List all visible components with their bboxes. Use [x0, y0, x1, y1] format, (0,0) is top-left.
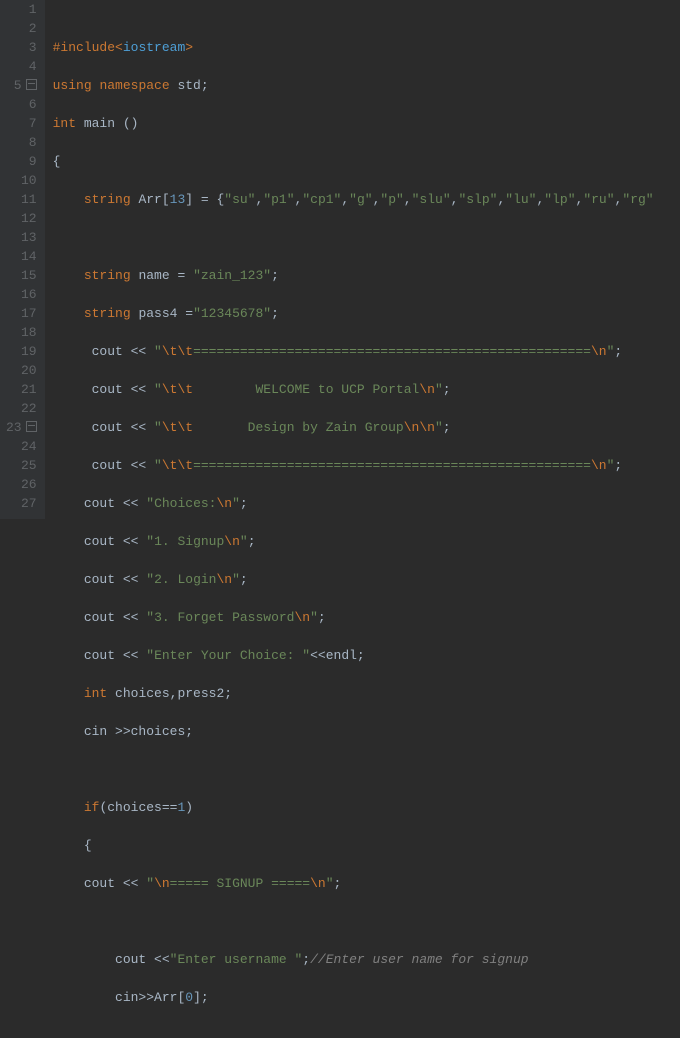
code-line: cout << "2. Login\n";	[53, 570, 654, 589]
line-number: 19	[6, 342, 37, 361]
line-number: 9	[6, 152, 37, 171]
line-number: 8	[6, 133, 37, 152]
line-number: 20	[6, 361, 37, 380]
code-line: string name = "zain_123";	[53, 266, 654, 285]
code-line	[53, 912, 654, 931]
code-line: cin >>choices;	[53, 722, 654, 741]
code-line	[53, 760, 654, 779]
code-line: {	[53, 836, 654, 855]
line-number: 6	[6, 95, 37, 114]
code-line	[53, 228, 654, 247]
line-number: 1	[6, 0, 37, 19]
line-number: 2	[6, 19, 37, 38]
code-line: cout << "1. Signup\n";	[53, 532, 654, 551]
code-line: using namespace std;	[53, 76, 654, 95]
code-line: cout << "Enter Your Choice: "<<endl;	[53, 646, 654, 665]
code-line: int main ()	[53, 114, 654, 133]
line-number: 16	[6, 285, 37, 304]
code-line: {	[53, 152, 654, 171]
line-number: 21	[6, 380, 37, 399]
line-number: 11	[6, 190, 37, 209]
line-number: 13	[6, 228, 37, 247]
code-line: #include<iostream>	[53, 38, 654, 57]
line-number: 18	[6, 323, 37, 342]
code-line: cout << "\t\t WELCOME to UCP Portal\n";	[53, 380, 654, 399]
code-line: string pass4 ="12345678";	[53, 304, 654, 323]
line-number: 5	[6, 76, 37, 95]
line-number: 24	[6, 437, 37, 456]
line-number: 14	[6, 247, 37, 266]
code-line: cout <<"Enter username ";//Enter user na…	[53, 950, 654, 969]
code-area[interactable]: #include<iostream> using namespace std; …	[45, 0, 654, 519]
code-line: cout << "3. Forget Password\n";	[53, 608, 654, 627]
line-number: 4	[6, 57, 37, 76]
code-line: cout << "Choices:\n";	[53, 494, 654, 513]
line-number: 27	[6, 494, 37, 513]
code-line: cout << "\t\t Design by Zain Group\n\n";	[53, 418, 654, 437]
code-line: string Arr[13] = {"su","p1","cp1","g","p…	[53, 190, 654, 209]
line-number: 10	[6, 171, 37, 190]
line-number: 7	[6, 114, 37, 133]
code-line: if(choices==1)	[53, 798, 654, 817]
line-number: 17	[6, 304, 37, 323]
line-number: 15	[6, 266, 37, 285]
line-number: 23	[6, 418, 37, 437]
code-line: cin>>Arr[0];	[53, 988, 654, 1007]
fold-icon[interactable]	[26, 421, 37, 432]
code-line: cout << "\n===== SIGNUP =====\n";	[53, 874, 654, 893]
code-line: cout << "\t\t===========================…	[53, 342, 654, 361]
code-line: int choices,press2;	[53, 684, 654, 703]
line-number: 22	[6, 399, 37, 418]
code-editor[interactable]: 1234567891011121314151617181920212223242…	[0, 0, 680, 519]
code-line: cout << "\t\t===========================…	[53, 456, 654, 475]
fold-icon[interactable]	[26, 79, 37, 90]
line-number: 12	[6, 209, 37, 228]
line-number: 26	[6, 475, 37, 494]
line-number: 3	[6, 38, 37, 57]
line-number-gutter: 1234567891011121314151617181920212223242…	[0, 0, 45, 519]
line-number: 25	[6, 456, 37, 475]
